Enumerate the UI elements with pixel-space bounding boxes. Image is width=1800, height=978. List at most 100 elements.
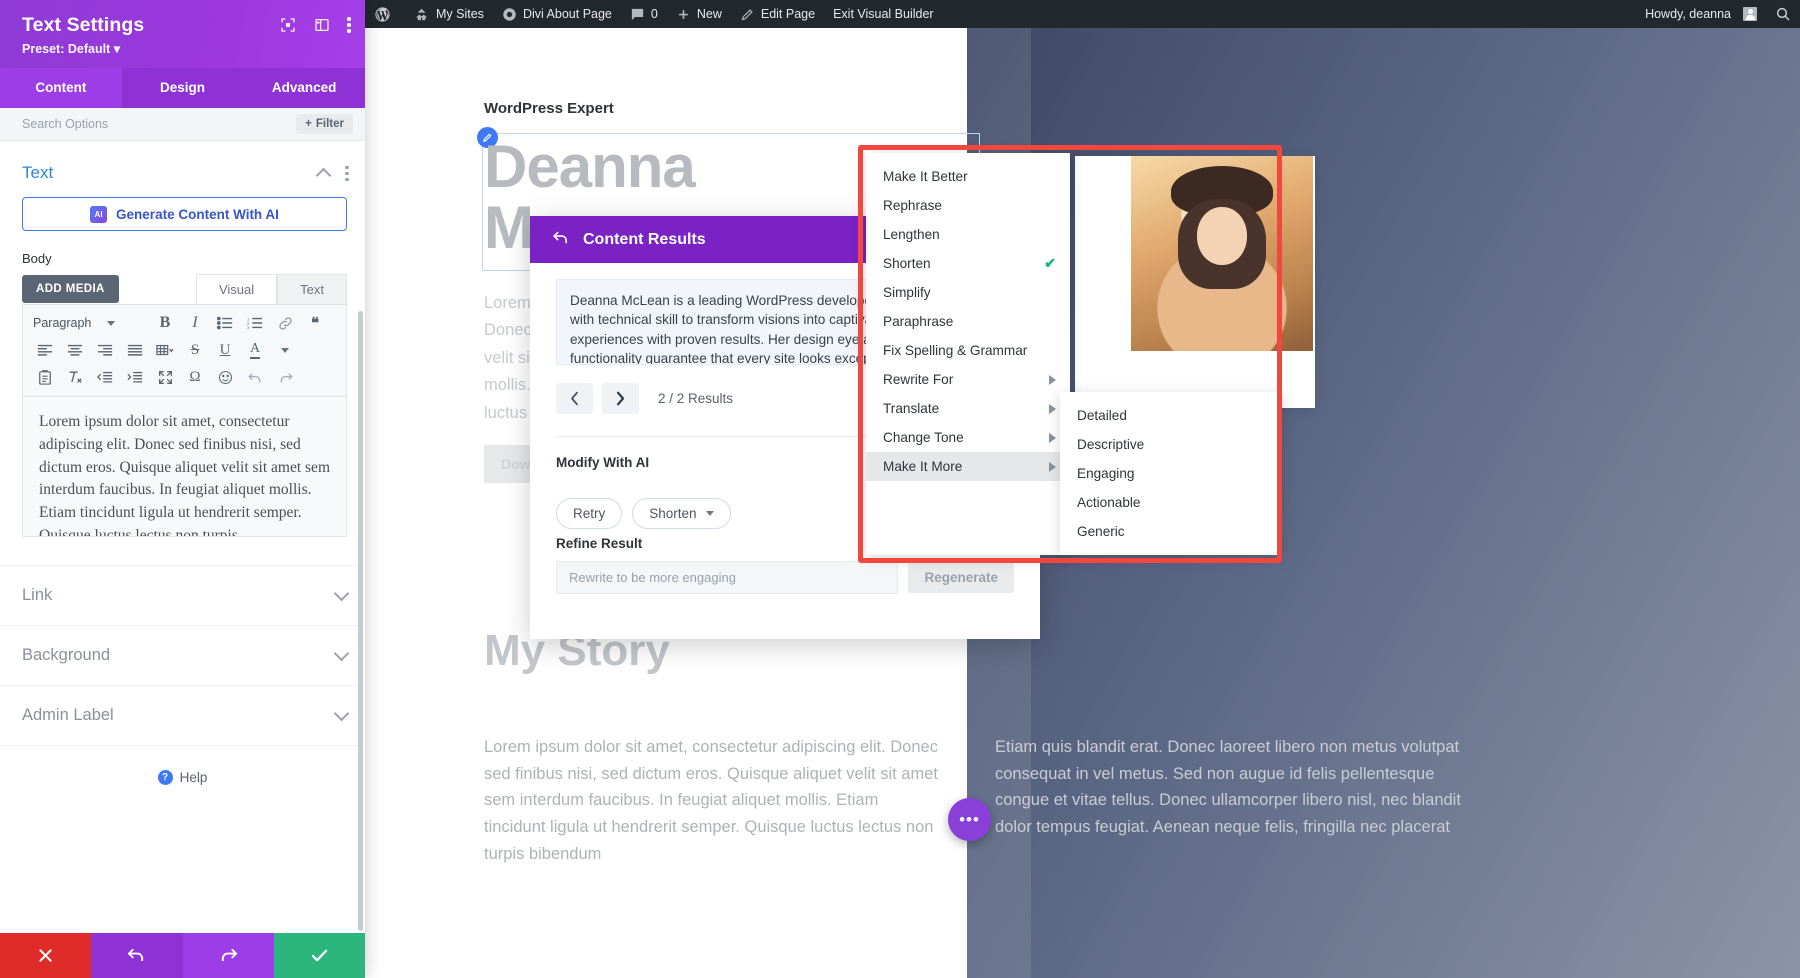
align-center-icon[interactable] xyxy=(61,338,89,362)
menu-item-label: Translate xyxy=(883,401,1049,416)
preset-label: Preset: Default xyxy=(22,42,110,56)
body-textarea[interactable]: Lorem ipsum dolor sit amet, consectetur … xyxy=(22,397,347,537)
accordion-background[interactable]: Background xyxy=(0,625,365,685)
save-button[interactable] xyxy=(274,933,365,978)
fullscreen-editor-icon[interactable] xyxy=(151,365,179,389)
numbered-list-icon[interactable]: 123 xyxy=(241,311,269,335)
text-color-icon[interactable]: A xyxy=(241,338,269,362)
wp-admin-bar: My Sites Divi About Page 0 New Edit Page xyxy=(365,0,1800,28)
submenu-item-engaging[interactable]: Engaging xyxy=(1060,459,1282,488)
hero-heading-line2: M xyxy=(484,194,533,261)
menu-item-make-it-more[interactable]: Make It More xyxy=(866,452,1070,481)
retry-button[interactable]: Retry xyxy=(556,498,622,529)
chevron-down-icon xyxy=(334,586,350,602)
undo-icon[interactable] xyxy=(241,365,269,389)
layout-toggle-icon[interactable] xyxy=(313,16,330,33)
blockquote-icon[interactable]: ❝ xyxy=(301,311,329,335)
chevron-up-icon[interactable] xyxy=(316,167,332,183)
clear-formatting-icon[interactable] xyxy=(61,365,89,389)
accordion-link[interactable]: Link xyxy=(0,565,365,625)
text-color-caret-icon[interactable] xyxy=(271,338,299,362)
paste-as-text-icon[interactable] xyxy=(31,365,59,389)
menu-item-make-it-better[interactable]: Make It Better xyxy=(866,162,1070,191)
italic-icon[interactable]: I xyxy=(181,311,209,335)
tab-design[interactable]: Design xyxy=(122,68,244,108)
tab-content[interactable]: Content xyxy=(0,68,122,108)
menu-item-shorten[interactable]: Shorten ✔ xyxy=(866,249,1070,278)
text-section-header[interactable]: Text xyxy=(0,141,365,197)
menu-item-paraphrase[interactable]: Paraphrase xyxy=(866,307,1070,336)
submenu-item-descriptive[interactable]: Descriptive xyxy=(1060,430,1282,459)
tab-advanced[interactable]: Advanced xyxy=(243,68,365,108)
underline-icon[interactable]: U xyxy=(211,338,239,362)
strikethrough-icon[interactable]: S xyxy=(181,338,209,362)
redo-button[interactable] xyxy=(183,933,274,978)
previous-result-button[interactable] xyxy=(556,383,593,414)
accordion-background-label: Background xyxy=(22,646,336,665)
indent-icon[interactable] xyxy=(121,365,149,389)
menu-item-rewrite-for[interactable]: Rewrite For xyxy=(866,365,1070,394)
section-more-icon[interactable] xyxy=(345,165,349,182)
submenu-item-actionable[interactable]: Actionable xyxy=(1060,488,1282,517)
adminbar-site-name[interactable]: Divi About Page xyxy=(493,0,621,28)
adminbar-my-account[interactable]: Howdy, deanna xyxy=(1636,0,1766,28)
align-justify-icon[interactable] xyxy=(121,338,149,362)
submenu-item-detailed[interactable]: Detailed xyxy=(1060,401,1282,430)
emoji-icon[interactable] xyxy=(211,365,239,389)
accordion-admin-label[interactable]: Admin Label xyxy=(0,685,365,746)
filter-button[interactable]: + Filter xyxy=(296,114,353,134)
submenu-item-generic[interactable]: Generic xyxy=(1060,517,1282,546)
panel-more-icon[interactable] xyxy=(347,16,351,33)
menu-item-change-tone[interactable]: Change Tone xyxy=(866,423,1070,452)
undo-button[interactable] xyxy=(91,933,182,978)
divi-menu-fab[interactable]: ••• xyxy=(948,798,991,841)
story-column-right: Etiam quis blandit erat. Donec laoreet l… xyxy=(995,734,1465,841)
editor-top-row: ADD MEDIA Visual Text xyxy=(0,274,365,304)
menu-item-rephrase[interactable]: Rephrase xyxy=(866,191,1070,220)
tab-visual[interactable]: Visual xyxy=(196,274,277,304)
search-input[interactable] xyxy=(22,117,296,131)
adminbar-new-content[interactable]: New xyxy=(667,0,731,28)
outdent-icon[interactable] xyxy=(91,365,119,389)
regenerate-button[interactable]: Regenerate xyxy=(908,562,1014,593)
adminbar-exit-visual-builder[interactable]: Exit Visual Builder xyxy=(824,0,943,28)
adminbar-comments[interactable]: 0 xyxy=(621,0,667,28)
table-icon[interactable] xyxy=(151,338,179,362)
shorten-dropdown-button[interactable]: Shorten xyxy=(632,498,730,529)
redo-icon[interactable] xyxy=(271,365,299,389)
menu-item-fix-spelling-grammar[interactable]: Fix Spelling & Grammar xyxy=(866,336,1070,365)
chevron-right-icon xyxy=(1049,404,1056,414)
adminbar-my-sites[interactable]: My Sites xyxy=(406,0,493,28)
align-left-icon[interactable] xyxy=(31,338,59,362)
editor-mode-tabs: Visual Text xyxy=(196,274,347,304)
help-button[interactable]: ? Help xyxy=(0,746,365,809)
adminbar-edit-page[interactable]: Edit Page xyxy=(731,0,824,28)
close-button[interactable] xyxy=(0,933,91,978)
tab-text[interactable]: Text xyxy=(277,274,347,304)
panel-scrollbar[interactable] xyxy=(358,311,363,931)
fullscreen-icon[interactable] xyxy=(279,16,296,33)
format-select[interactable]: Paragraph xyxy=(31,316,149,330)
back-arrow-icon[interactable] xyxy=(552,229,569,250)
text-section-title: Text xyxy=(22,163,318,183)
special-character-icon[interactable]: Ω xyxy=(181,365,209,389)
bulleted-list-icon[interactable] xyxy=(211,311,239,335)
panel-footer xyxy=(0,933,365,978)
add-media-button[interactable]: ADD MEDIA xyxy=(22,275,119,303)
align-right-icon[interactable] xyxy=(91,338,119,362)
refine-input[interactable] xyxy=(556,561,898,594)
generate-content-with-ai-button[interactable]: AI Generate Content With AI xyxy=(22,197,347,231)
adminbar-wp-logo[interactable] xyxy=(365,0,406,28)
pencil-icon xyxy=(740,7,755,22)
adminbar-search[interactable] xyxy=(1766,0,1800,28)
preset-selector[interactable]: Preset: Default ▾ xyxy=(22,41,349,56)
bold-icon[interactable]: B xyxy=(151,311,179,335)
help-label: Help xyxy=(180,770,208,785)
menu-item-translate[interactable]: Translate xyxy=(866,394,1070,423)
menu-item-simplify[interactable]: Simplify xyxy=(866,278,1070,307)
format-select-value: Paragraph xyxy=(33,316,91,330)
next-result-button[interactable] xyxy=(602,383,639,414)
menu-item-lengthen[interactable]: Lengthen xyxy=(866,220,1070,249)
panel-header: Text Settings Preset: Default ▾ xyxy=(0,0,365,68)
link-icon[interactable] xyxy=(271,311,299,335)
